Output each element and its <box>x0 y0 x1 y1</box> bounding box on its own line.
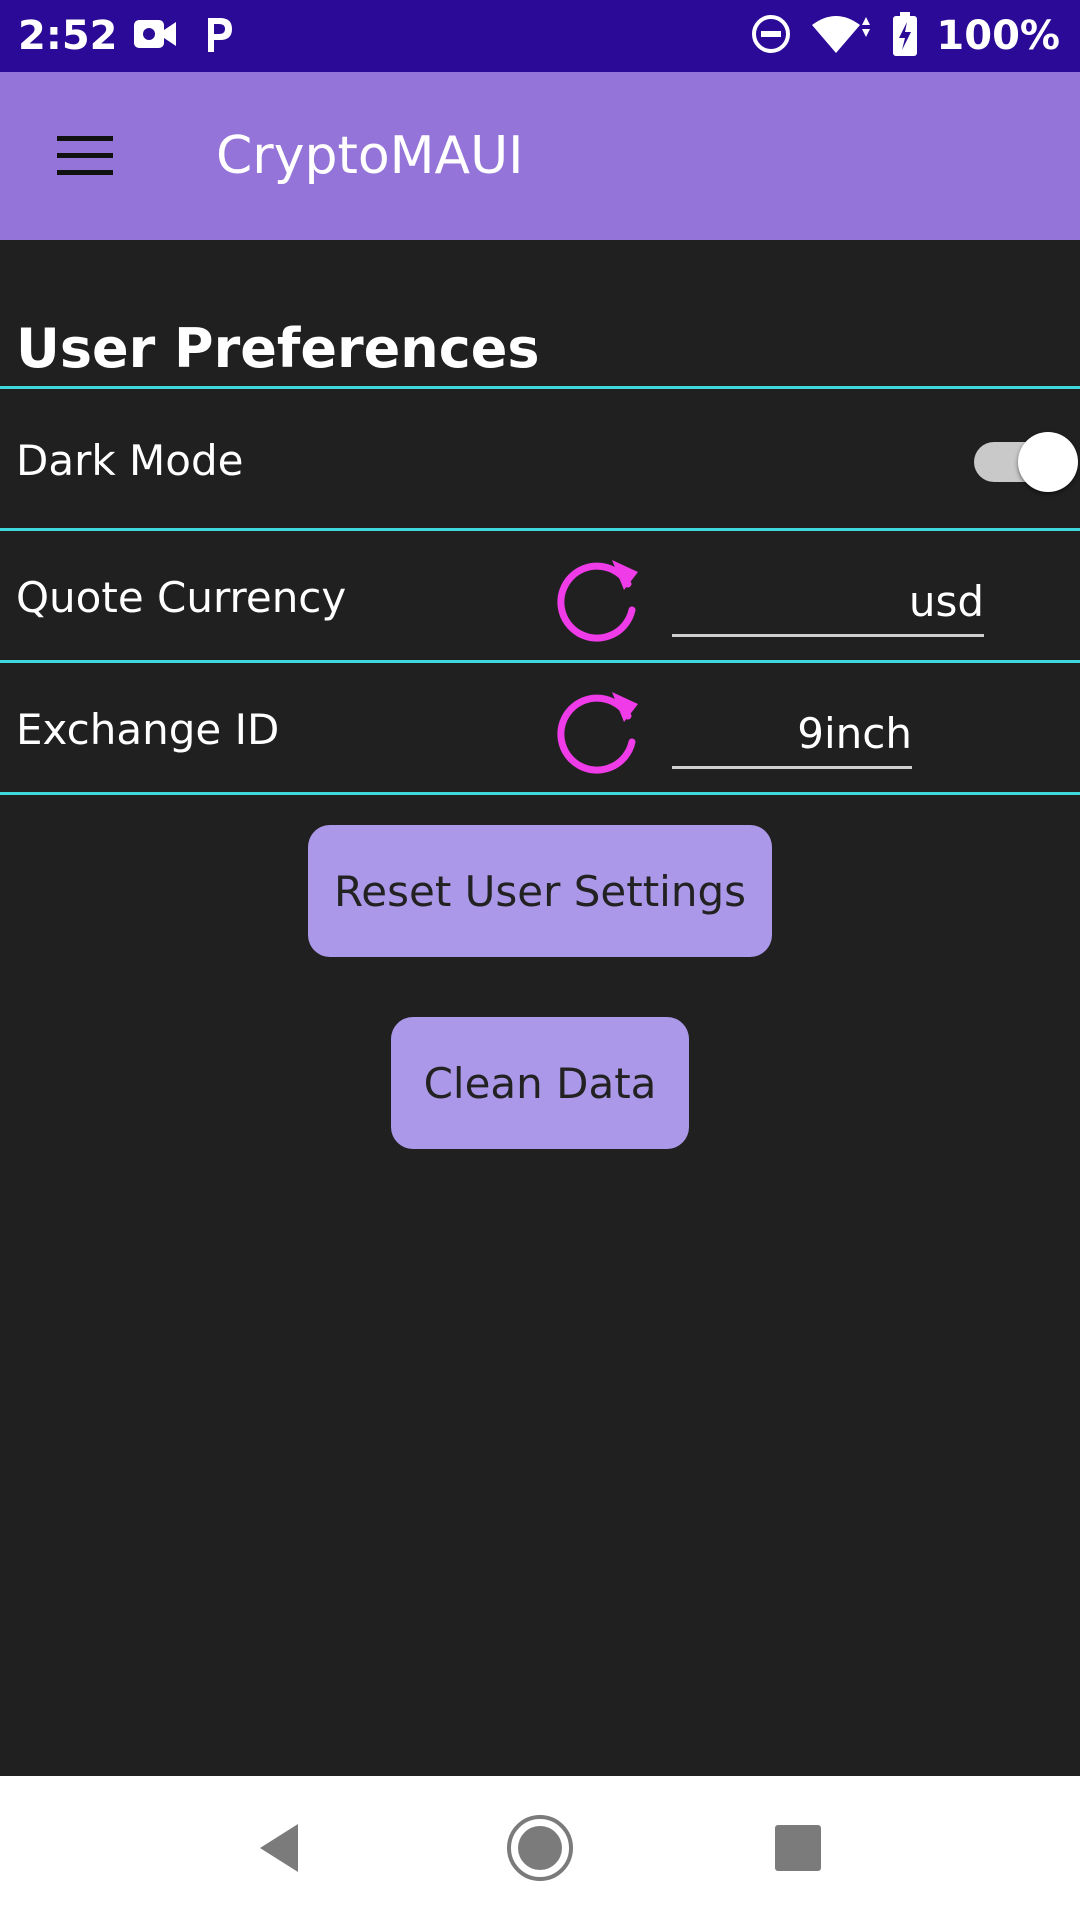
navigation-bar <box>0 1776 1080 1920</box>
back-icon <box>260 1824 298 1872</box>
reset-user-settings-button[interactable]: Reset User Settings <box>308 825 772 957</box>
app-title: CryptoMAUI <box>216 126 524 186</box>
switch-thumb <box>1018 432 1078 492</box>
exchange-id-refresh-button[interactable] <box>550 680 650 780</box>
status-right: 100% <box>750 10 1060 62</box>
status-time: 2:52 <box>18 13 118 59</box>
home-button[interactable] <box>490 1798 590 1898</box>
battery-charging-icon <box>892 12 918 60</box>
refresh-icon <box>557 560 638 642</box>
hamburger-menu-button[interactable] <box>40 116 130 196</box>
divider <box>0 660 1080 663</box>
do-not-disturb-icon <box>750 13 792 59</box>
video-camera-icon <box>132 16 178 56</box>
quote-currency-label: Quote Currency <box>16 573 347 622</box>
dark-mode-switch[interactable] <box>974 432 1078 492</box>
divider <box>0 386 1080 389</box>
app-bar: CryptoMAUI <box>0 72 1080 240</box>
home-icon <box>507 1815 573 1881</box>
clean-data-button[interactable]: Clean Data <box>391 1017 689 1149</box>
status-bar: 2:52 100% <box>0 0 1080 72</box>
quote-currency-input[interactable] <box>672 568 984 637</box>
battery-percentage: 100% <box>936 13 1060 59</box>
recents-icon <box>775 1825 821 1871</box>
settings-screen: 2:52 100% CryptoMAUI User Preferences Da… <box>0 0 1080 1920</box>
refresh-icon <box>557 692 638 774</box>
exchange-id-label: Exchange ID <box>16 705 280 754</box>
status-left-icons <box>132 14 234 58</box>
exchange-id-input[interactable] <box>672 700 912 769</box>
back-button[interactable] <box>230 1798 330 1898</box>
wifi-icon <box>810 13 874 59</box>
parking-icon <box>202 14 234 58</box>
section-title: User Preferences <box>16 317 540 380</box>
dark-mode-label: Dark Mode <box>16 436 244 485</box>
recents-button[interactable] <box>748 1798 848 1898</box>
divider <box>0 528 1080 531</box>
divider <box>0 792 1080 795</box>
quote-currency-refresh-button[interactable] <box>550 548 650 648</box>
hamburger-menu-icon <box>57 136 113 175</box>
